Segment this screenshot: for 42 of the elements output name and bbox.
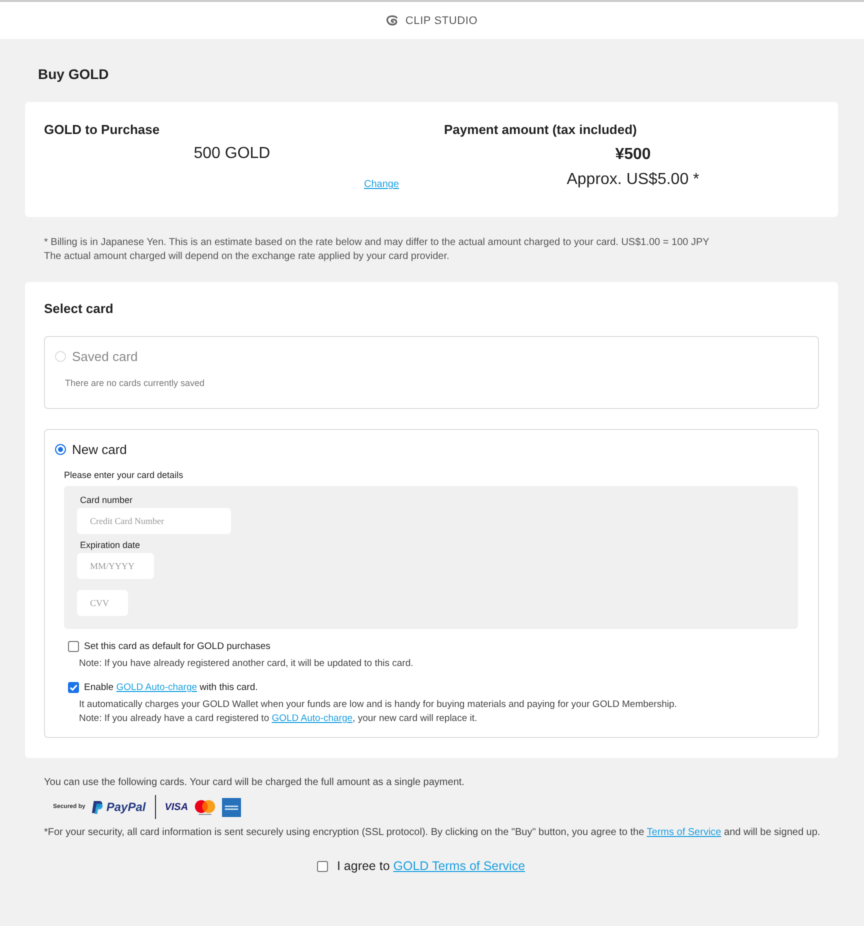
paypal-icon — [91, 800, 104, 814]
field-label: Card number — [80, 495, 133, 505]
checkbox[interactable] — [316, 860, 328, 872]
paypal-text: PayPal — [106, 800, 146, 814]
option-label: Saved card — [72, 349, 138, 364]
billing-note: * Billing is in Japanese Yen. This is an estimate based on the rate below and may differ to the actual amount charged to your card. US$1.00 = 100 JPY — [44, 236, 710, 250]
brand-name: CLIP STUDIO — [405, 14, 478, 26]
input-field[interactable]: MM/YYYY — [77, 553, 154, 579]
purchase-amount: 500 GOLD — [192, 145, 272, 163]
payment-label: Payment amount (tax included) — [444, 122, 638, 138]
radio-button[interactable] — [55, 444, 66, 455]
link[interactable]: GOLD Auto-charge — [272, 713, 353, 724]
checkbox-note: Note: If you have already registered another card, it will be updated to this card. — [79, 657, 414, 670]
section-title: Select card — [44, 301, 114, 316]
visa-text: VISA — [164, 802, 188, 812]
mastercard-icon — [194, 798, 216, 816]
checkbox[interactable] — [68, 682, 79, 693]
page-title: Buy GOLD — [38, 66, 110, 82]
swirl-icon — [386, 15, 400, 26]
checkbox[interactable] — [68, 641, 79, 652]
empty-message: There are no cards currently saved — [65, 378, 206, 388]
checkbox-label: Set this card as default for GOLD purchases — [84, 641, 270, 652]
link[interactable]: GOLD Terms of Service — [393, 859, 526, 873]
cards-info: You can use the following cards. Your card will be charged the full amount as a single payment. — [44, 777, 466, 788]
field-label: Expiration date — [80, 540, 140, 550]
billing-note: The actual amount charged will depend on the exchange rate applied by your card provider. — [44, 250, 450, 264]
payment-yen: ¥500 — [614, 146, 652, 164]
input-field[interactable]: CVV — [77, 590, 128, 616]
checkbox-label: Enable GOLD Auto-charge with this card. — [84, 682, 258, 693]
link[interactable]: Terms of Service — [646, 827, 722, 838]
amex-card-icon — [222, 798, 242, 816]
option-label: New card — [72, 442, 127, 457]
link[interactable]: GOLD Auto-charge — [116, 682, 198, 693]
checkbox-note: Note: If you already have a card registered to GOLD Auto-charge, your new card will replace it. — [79, 712, 478, 725]
agree-label: I agree to GOLD Terms of Service — [336, 859, 526, 873]
input-field[interactable]: Credit Card Number — [77, 508, 231, 534]
change-link[interactable]: Change — [364, 179, 399, 190]
payment-usd: Approx. US$5.00 * — [566, 171, 700, 189]
checkbox-note: It automatically charges your GOLD Wallet when your funds are low and is handy for buying materials and paying for your GOLD Membership. — [79, 698, 678, 711]
purchase-label: GOLD to Purchase — [44, 122, 161, 138]
instruction-text: Please enter your card details — [64, 470, 184, 480]
security-note: *For your security, all card information is sent securely using encryption (SSL protocol). By clicking on the "Buy" button, you agree to the Terms of Service and will be signed up. — [44, 826, 822, 839]
